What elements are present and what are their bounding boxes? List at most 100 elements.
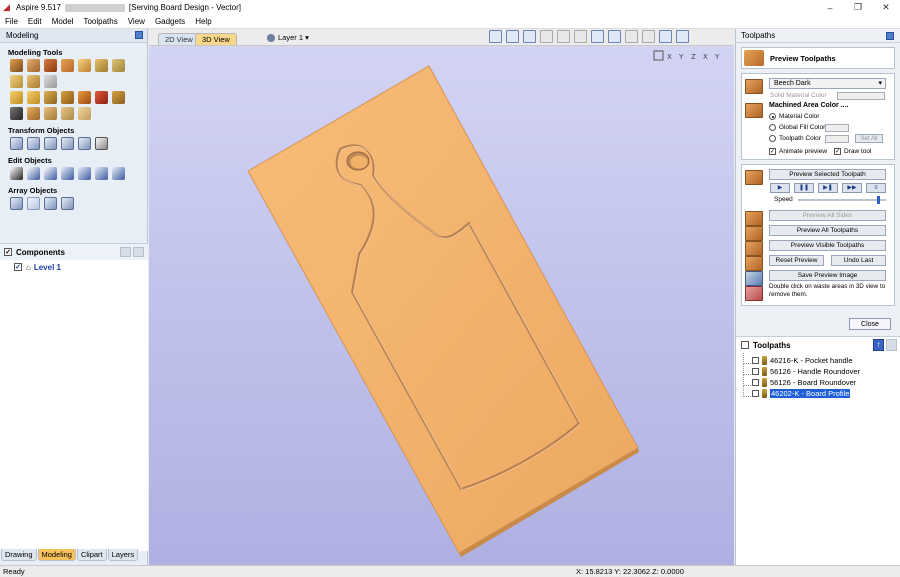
sculpt-icon[interactable] (61, 59, 74, 72)
fast-forward-button[interactable]: ▶▶ (842, 183, 862, 193)
menu-help[interactable]: Help (190, 15, 216, 29)
radio-global-fill-color[interactable] (769, 124, 776, 131)
scale-icon[interactable] (78, 137, 91, 150)
merge-icon[interactable] (44, 91, 57, 104)
copy-along-vectors-icon[interactable] (44, 197, 57, 210)
menu-edit[interactable]: Edit (23, 15, 47, 29)
transform-mode-icon[interactable] (44, 167, 57, 180)
view-cube-icon[interactable] (608, 30, 621, 43)
step-button[interactable]: ▶❚ (818, 183, 838, 193)
mirror-object-icon[interactable] (61, 137, 74, 150)
pan-icon[interactable] (540, 30, 553, 43)
close-button[interactable]: Close (849, 318, 891, 330)
toolpath-checkbox[interactable] (752, 379, 759, 386)
radio-toolpath-color[interactable] (769, 135, 776, 142)
menu-file[interactable]: File (0, 15, 23, 29)
speed-slider[interactable] (798, 199, 886, 201)
toolpath-checkbox[interactable] (752, 368, 759, 375)
snap-icon[interactable] (625, 30, 638, 43)
rotate-icon[interactable] (44, 137, 57, 150)
distort-icon[interactable] (44, 75, 57, 88)
split-view-icon[interactable] (659, 30, 672, 43)
toolpath-checkbox[interactable] (752, 390, 759, 397)
animate-preview-checkbox[interactable]: ✓ (769, 148, 776, 155)
toolpath-item-selected[interactable]: 46202-K - Board Profile (740, 385, 900, 399)
components-checkbox[interactable]: ✓ (4, 248, 12, 256)
pin-icon[interactable] (886, 32, 894, 40)
material-dropdown[interactable]: Beech Dark (769, 78, 886, 89)
preview-visible-toolpaths-button[interactable]: Preview Visible Toolpaths (769, 240, 886, 251)
grid-icon[interactable] (523, 30, 536, 43)
zoom-out-icon[interactable] (574, 30, 587, 43)
interactive-icon[interactable] (61, 167, 74, 180)
skip-end-button[interactable]: ≡ (866, 183, 886, 193)
menu-model[interactable]: Model (47, 15, 79, 29)
tab-clipart[interactable]: Clipart (76, 549, 107, 561)
bake-icon[interactable] (78, 91, 91, 104)
global-fill-swatch[interactable] (825, 124, 849, 132)
reset-preview-button[interactable]: Reset Preview (769, 255, 824, 266)
extend-icon[interactable] (112, 167, 125, 180)
align-icon[interactable] (27, 137, 40, 150)
zoom-box-icon[interactable] (506, 30, 519, 43)
axis-y-back-icon[interactable]: Y (714, 53, 720, 61)
solid-color-dropdown[interactable] (837, 92, 885, 100)
two-rail-icon[interactable] (44, 59, 57, 72)
menu-toolpaths[interactable]: Toolpaths (78, 15, 122, 29)
radio-material-color[interactable] (769, 113, 776, 120)
preview-all-sides-button[interactable]: Preview All Sides (769, 210, 886, 221)
toolpaths-all-checkbox[interactable] (741, 341, 749, 349)
layout-icon[interactable] (676, 30, 689, 43)
mirror-icon[interactable] (112, 91, 125, 104)
zoom-in-icon[interactable] (557, 30, 570, 43)
select-icon[interactable] (10, 167, 23, 180)
tab-drawing[interactable]: Drawing (1, 549, 37, 561)
set-all-button[interactable]: Set All (855, 134, 883, 143)
move-icon[interactable] (10, 137, 23, 150)
pin-icon[interactable] (135, 31, 143, 39)
smooth-icon[interactable] (10, 91, 23, 104)
toolpath-item[interactable]: 56126 - Board Roundover (740, 374, 900, 388)
tab-3d-view[interactable]: 3D View (195, 33, 237, 45)
speed-slider-knob[interactable] (877, 196, 881, 204)
slice-icon[interactable] (112, 59, 125, 72)
nesting-icon[interactable] (61, 197, 74, 210)
undo-last-button[interactable]: Undo Last (831, 255, 886, 266)
arrow-right-icon[interactable] (61, 91, 74, 104)
center-icon[interactable] (95, 137, 108, 150)
preview-all-toolpaths-button[interactable]: Preview All Toolpaths (769, 225, 886, 236)
component-down-button[interactable] (133, 247, 144, 257)
tab-modeling[interactable]: Modeling (37, 549, 76, 561)
save-preview-image-button[interactable]: Save Preview Image (769, 270, 886, 281)
move-up-button[interactable]: ↑ (873, 339, 884, 351)
toolpath-color-swatch[interactable] (825, 135, 849, 143)
minimize-button[interactable]: – (816, 0, 844, 15)
3d-viewport[interactable]: X Y Z X Y (149, 46, 734, 565)
play-button[interactable]: ▶ (770, 183, 790, 193)
fade-icon[interactable] (10, 75, 23, 88)
wedge-icon[interactable] (44, 107, 57, 120)
shading-icon[interactable] (642, 30, 655, 43)
texture-icon[interactable] (78, 59, 91, 72)
axis-z-icon[interactable]: Z (691, 53, 696, 61)
axis-y-icon[interactable]: Y (678, 53, 684, 61)
pause-button[interactable]: ❚❚ (794, 183, 814, 193)
weave-icon[interactable] (95, 59, 108, 72)
component-level-row[interactable]: ✓ ⌂ Level 1 (0, 260, 148, 274)
toolpath-item[interactable]: 46216-K - Pocket handle (740, 352, 900, 366)
dome-icon[interactable] (27, 107, 40, 120)
trim-icon[interactable] (78, 167, 91, 180)
tab-2d-view[interactable]: 2D View (158, 33, 200, 45)
fillet-icon[interactable] (95, 167, 108, 180)
maximize-button[interactable]: ❐ (844, 0, 872, 15)
move-down-button[interactable] (886, 339, 897, 351)
circular-copy-icon[interactable] (27, 197, 40, 210)
menu-gadgets[interactable]: Gadgets (150, 15, 190, 29)
menu-view[interactable]: View (123, 15, 150, 29)
tilt-icon[interactable] (27, 75, 40, 88)
create-shape-icon[interactable] (10, 59, 23, 72)
3d-scene[interactable]: X Y Z X Y (149, 46, 734, 565)
zoom-all-icon[interactable] (591, 30, 604, 43)
erase-icon[interactable] (95, 91, 108, 104)
draw-tool-checkbox[interactable]: ✓ (834, 148, 841, 155)
